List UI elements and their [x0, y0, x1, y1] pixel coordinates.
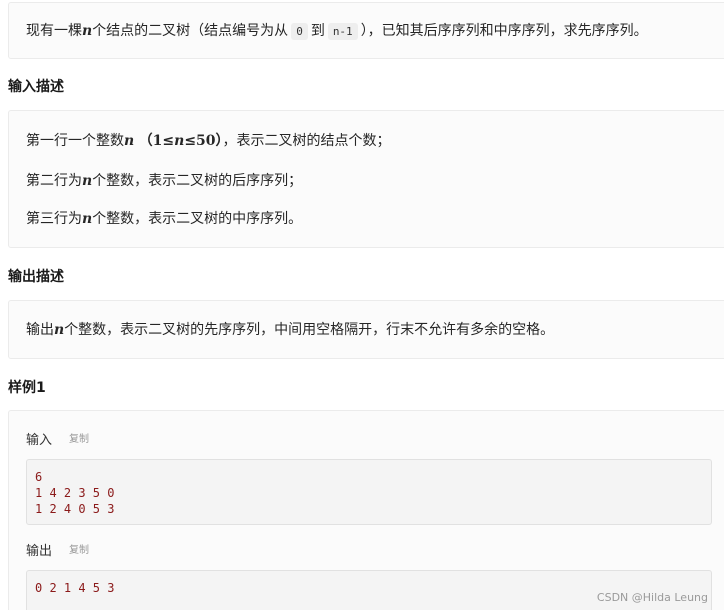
code-end: n-1: [327, 23, 358, 40]
input-line-2: 第二行为n个整数，表示二叉树的后序序列；: [26, 173, 303, 189]
sample-input-code: 6 1 4 2 3 5 0 1 2 4 0 5 3: [26, 459, 712, 525]
description-text: 现有一棵n个结点的二叉树（结点编号为从 0 到 n-1 ），已知其后序序列和中序序列，求…: [26, 23, 648, 40]
output-heading: 输出描述: [8, 269, 64, 285]
sample-card: 输入 复制 6 1 4 2 3 5 0 1 2 4 0 5 3 输出 复制 0 …: [8, 410, 724, 610]
output-description-card: 输出n个整数，表示二叉树的先序序列，中间用空格隔开，行末不允许有多余的空格。: [8, 300, 724, 359]
input-line-3: 第三行为n个整数，表示二叉树的中序序列。: [26, 211, 303, 227]
sample-output-code: 0 2 1 4 5 3: [26, 570, 712, 610]
input-heading: 输入描述: [8, 79, 64, 95]
input-line-1: 第一行一个整数n （1≤n≤50），表示二叉树的结点个数；: [26, 133, 391, 149]
code-start: 0: [291, 23, 308, 40]
sample-output-label: 输出: [26, 544, 53, 559]
sample-input-label: 输入: [26, 433, 53, 448]
sample-heading: 样例1: [8, 380, 46, 396]
problem-page: 现有一棵n个结点的二叉树（结点编号为从 0 到 n-1 ），已知其后序序列和中序序列，求…: [0, 0, 724, 610]
csdn-watermark: CSDN @Hilda Leung: [596, 591, 708, 604]
input-description-card: 第一行一个整数n （1≤n≤50），表示二叉树的结点个数； 第二行为n个整数，表…: [8, 110, 724, 248]
output-line: 输出n个整数，表示二叉树的先序序列，中间用空格隔开，行末不允许有多余的空格。: [26, 322, 555, 338]
description-card: 现有一棵n个结点的二叉树（结点编号为从 0 到 n-1 ），已知其后序序列和中序序列，求…: [8, 2, 724, 59]
copy-output-button[interactable]: 复制: [69, 541, 89, 556]
copy-input-button[interactable]: 复制: [69, 430, 89, 445]
